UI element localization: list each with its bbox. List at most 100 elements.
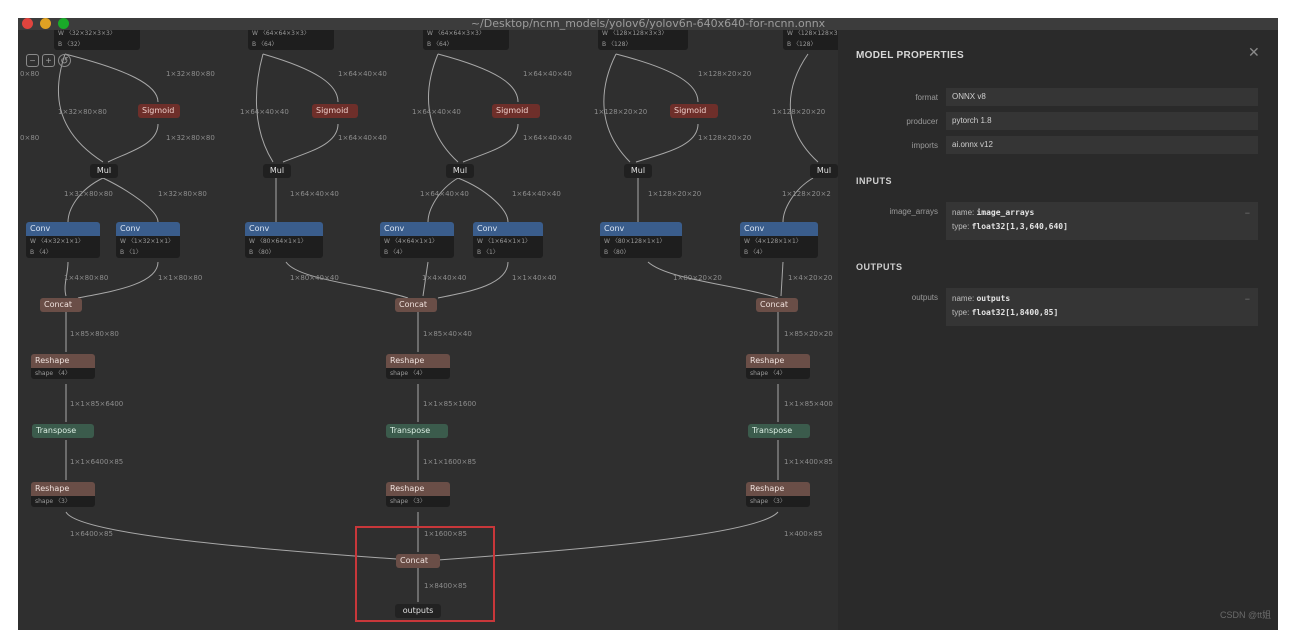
node-label: Sigmoid	[312, 104, 358, 118]
node-attr: B 〈4〉	[740, 247, 818, 258]
sigmoid-node[interactable]: Sigmoid	[138, 104, 180, 118]
edge-label: 1×64×40×40	[512, 190, 561, 198]
transpose-node[interactable]: Transpose	[386, 424, 448, 438]
edge-label: 1×64×40×40	[420, 190, 469, 198]
node-label: Mul	[90, 164, 118, 178]
edge-label: 1×4×40×40	[422, 274, 467, 282]
node-attr: W 〈80×64×1×1〉	[245, 236, 323, 247]
reshape-node[interactable]: Reshape shape 〈4〉	[386, 354, 450, 379]
edge-label: 1×128×20×20	[648, 190, 702, 198]
property-label: producer	[906, 117, 938, 126]
reset-zoom-button[interactable]: ↺	[58, 54, 71, 67]
conv-node[interactable]: Conv W 〈4×128×1×1〉 B 〈4〉	[740, 222, 818, 258]
input-details[interactable]: name: image_arrays type: float32[1,3,640…	[946, 202, 1258, 240]
node-label: Sigmoid	[138, 104, 180, 118]
model-properties-panel: MODEL PROPERTIES ✕ format ONNX v8 produc…	[838, 30, 1278, 630]
node-label: Sigmoid	[492, 104, 540, 118]
edge-label: 1×85×80×80	[70, 330, 119, 338]
node-label: Reshape	[31, 482, 95, 496]
node-label: Reshape	[386, 354, 450, 368]
node-attr: W 〈32×32×3×3〉	[54, 30, 140, 39]
concat-node[interactable]: Concat	[40, 298, 82, 312]
conv-node[interactable]: Conv W 〈4×64×1×1〉 B 〈4〉	[380, 222, 454, 258]
reshape-node[interactable]: Reshape shape 〈3〉	[31, 482, 95, 507]
reshape-node[interactable]: Reshape shape 〈3〉	[386, 482, 450, 507]
output-details[interactable]: name: outputs type: float32[1,8400,85] −	[946, 288, 1258, 326]
node-label: Reshape	[746, 482, 810, 496]
conv-node[interactable]: Conv W 〈4×32×1×1〉 B 〈4〉	[26, 222, 100, 258]
node-attr: W 〈128×128×3×3〉	[598, 30, 688, 39]
title-bar: ~/Desktop/ncnn_models/yolov6/yolov6n-640…	[18, 18, 1278, 30]
zoom-in-button[interactable]: +	[42, 54, 55, 67]
node-attr: B 〈64〉	[423, 39, 509, 50]
sigmoid-node[interactable]: Sigmoid	[492, 104, 540, 118]
node-attr: shape 〈4〉	[746, 368, 810, 379]
graph-node[interactable]: W 〈32×32×3×3〉 B 〈32〉	[54, 30, 140, 50]
node-label: Conv	[473, 222, 543, 236]
sigmoid-node[interactable]: Sigmoid	[670, 104, 718, 118]
property-value: ai.onnx v12	[946, 136, 1258, 154]
conv-node[interactable]: Conv W 〈80×64×1×1〉 B 〈80〉	[245, 222, 323, 258]
mul-node[interactable]: Mul	[90, 164, 118, 178]
node-label: Concat	[395, 298, 437, 312]
conv-node[interactable]: Conv W 〈1×64×1×1〉 B 〈1〉	[473, 222, 543, 258]
node-label: Reshape	[386, 482, 450, 496]
edge-label: 1×1×6400×85	[70, 458, 124, 466]
mul-node[interactable]: Mul	[624, 164, 652, 178]
close-icon[interactable]: ✕	[1248, 44, 1260, 61]
conv-node[interactable]: Conv W 〈1×32×1×1〉 B 〈1〉	[116, 222, 180, 258]
mul-node[interactable]: Mul	[810, 164, 838, 178]
node-attr: shape 〈3〉	[746, 496, 810, 507]
output-name-prefix: name:	[952, 294, 977, 303]
graph-node[interactable]: W 〈64×64×3×3〉 B 〈64〉	[423, 30, 509, 50]
node-label: Mul	[810, 164, 838, 178]
edge-label: 1×128×20×2	[782, 190, 831, 198]
output-type: float32[1,8400,85]	[971, 308, 1059, 317]
edge-label: 1×64×40×40	[338, 134, 387, 142]
node-attr: shape 〈4〉	[386, 368, 450, 379]
edge-label: 1×85×20×20	[784, 330, 833, 338]
node-attr: B 〈80〉	[600, 247, 682, 258]
node-label: Concat	[756, 298, 798, 312]
expand-icon[interactable]: −	[1245, 206, 1250, 220]
graph-node[interactable]: W 〈64×64×3×3〉 B 〈64〉	[248, 30, 334, 50]
zoom-out-button[interactable]: −	[26, 54, 39, 67]
edge-label: 1×4×80×80	[64, 274, 109, 282]
edge-label: 1×1600×85	[424, 530, 467, 538]
node-label: Conv	[600, 222, 682, 236]
graph-node[interactable]: W 〈128×128×3×3〉 B 〈128〉	[783, 30, 838, 50]
node-attr: W 〈4×128×1×1〉	[740, 236, 818, 247]
conv-node[interactable]: Conv W 〈80×128×1×1〉 B 〈80〉	[600, 222, 682, 258]
edge-label: 1×64×40×40	[523, 134, 572, 142]
mul-node[interactable]: Mul	[446, 164, 474, 178]
inputs-heading: INPUTS	[856, 176, 893, 186]
node-attr: shape 〈4〉	[31, 368, 95, 379]
reshape-node[interactable]: Reshape shape 〈4〉	[31, 354, 95, 379]
node-attr: B 〈32〉	[54, 39, 140, 50]
graph-node[interactable]: W 〈128×128×3×3〉 B 〈128〉	[598, 30, 688, 50]
transpose-node[interactable]: Transpose	[32, 424, 94, 438]
concat-node[interactable]: Concat	[756, 298, 798, 312]
edge-label: 1×64×40×40	[240, 108, 289, 116]
node-attr: B 〈4〉	[26, 247, 100, 258]
edge-label: 1×1×80×80	[158, 274, 203, 282]
node-attr: W 〈1×64×1×1〉	[473, 236, 543, 247]
output-type-prefix: type:	[952, 308, 972, 317]
transpose-node[interactable]: Transpose	[748, 424, 810, 438]
mul-node[interactable]: Mul	[263, 164, 291, 178]
node-label: Conv	[740, 222, 818, 236]
node-attr: W 〈4×64×1×1〉	[380, 236, 454, 247]
sigmoid-node[interactable]: Sigmoid	[312, 104, 358, 118]
expand-icon[interactable]: −	[1245, 292, 1250, 306]
node-attr: W 〈80×128×1×1〉	[600, 236, 682, 247]
node-attr: shape 〈3〉	[386, 496, 450, 507]
concat-node[interactable]: Concat	[395, 298, 437, 312]
reshape-node[interactable]: Reshape shape 〈3〉	[746, 482, 810, 507]
edge-label: 1×6400×85	[70, 530, 113, 538]
highlight-box	[355, 526, 495, 622]
reshape-node[interactable]: Reshape shape 〈4〉	[746, 354, 810, 379]
edge-label: 1×85×40×40	[423, 330, 472, 338]
graph-canvas[interactable]: − + ↺ W 〈32×32×3×3〉 B 〈32〉 W 〈64×64×3×3〉…	[18, 30, 838, 630]
node-label: Mul	[446, 164, 474, 178]
window-title: ~/Desktop/ncnn_models/yolov6/yolov6n-640…	[470, 18, 826, 30]
